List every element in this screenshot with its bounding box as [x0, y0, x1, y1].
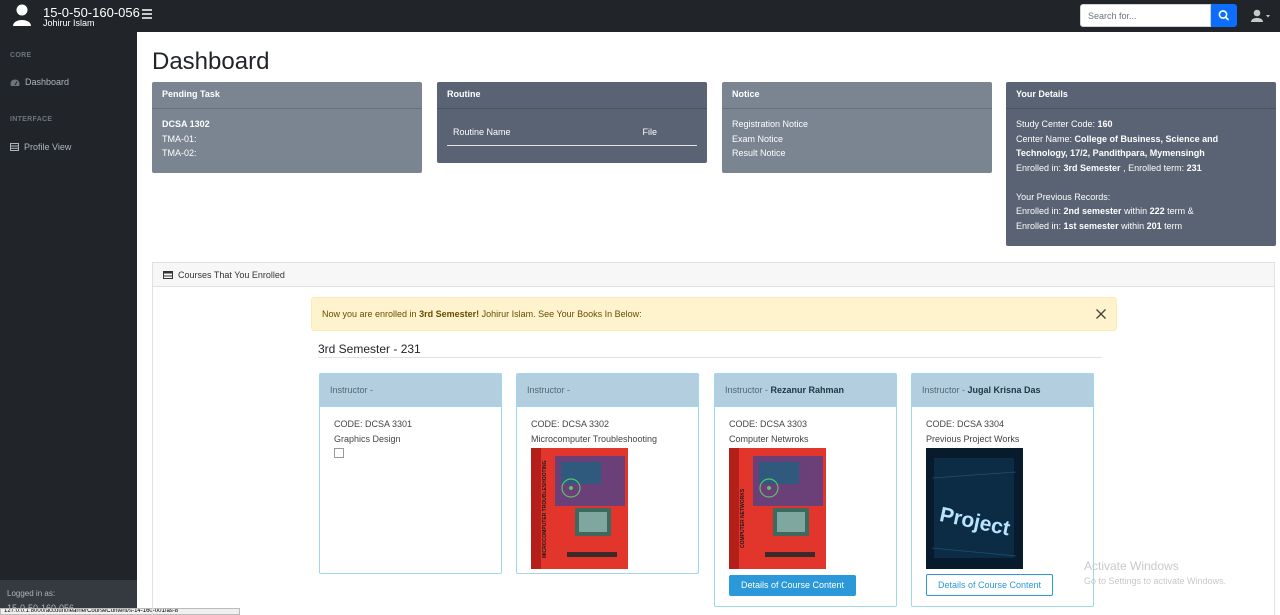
details-of-course-content-button[interactable]: Details of Course Content — [926, 574, 1053, 596]
sidebar-heading-core: CORE — [10, 52, 32, 59]
course-code: CODE: DCSA 3302 — [531, 419, 610, 429]
sidebar-item-dashboard[interactable]: Dashboard — [10, 77, 69, 87]
user-dropdown-icon[interactable] — [1250, 8, 1272, 24]
top-navbar: 15-0-50-160-056 Johirur Islam — [0, 0, 1280, 32]
your-details-card: Your Details Study Center Code: 160 Cent… — [1006, 82, 1276, 246]
page-title: Dashboard — [152, 48, 270, 75]
pending-tma-1: TMA-01: — [162, 133, 197, 144]
pending-tma-2: TMA-02: — [162, 148, 197, 158]
enrolled-courses-header: Courses That You Enrolled — [153, 263, 1274, 287]
search-input[interactable] — [1080, 4, 1211, 27]
routine-col-name: Routine Name — [453, 127, 511, 137]
student-name: Johirur Islam — [43, 18, 95, 28]
routine-col-file: File — [642, 127, 657, 137]
book-cover-image: COMPUTER NETWORKS — [729, 448, 826, 569]
table-icon — [163, 270, 173, 279]
routine-card: Routine Routine Name File — [437, 82, 707, 163]
course-code: CODE: DCSA 3304 — [926, 419, 1005, 429]
search-button[interactable] — [1211, 4, 1237, 27]
divider — [318, 357, 1102, 358]
notice-item[interactable]: Registration Notice — [732, 117, 982, 132]
sidebar: CORE Dashboard INTERFACE Profile View Lo… — [0, 32, 137, 615]
notice-item[interactable]: Result Notice — [732, 146, 982, 161]
enrolled-line: Enrolled in: 3rd Semester , Enrolled ter… — [1016, 162, 1202, 173]
center-code-line: Study Center Code: 160 — [1016, 119, 1113, 129]
broken-image-icon — [334, 448, 344, 458]
user-avatar-icon — [13, 4, 31, 26]
pending-task-card: Pending Task DCSA 1302 TMA-01: TMA-02: — [152, 82, 422, 173]
course-card: Instructor - CODE: DCSA 3302 Microcomput… — [516, 373, 699, 574]
book-cover-image: MICROCOMPUTER TROUBLESHOOTING — [531, 448, 628, 569]
routine-table-header: Routine Name File — [447, 121, 697, 146]
course-title: Microcomputer Troubleshooting — [531, 433, 658, 444]
logged-in-label: Logged in as: — [7, 589, 56, 598]
sidebar-item-label: Profile View — [24, 142, 72, 152]
windows-activation-title: Activate Windows — [1084, 559, 1179, 573]
course-title: Computer Netwroks — [729, 433, 809, 444]
sidebar-item-profile-view[interactable]: Profile View — [10, 142, 71, 152]
previous-records-heading: Your Previous Records: — [1016, 191, 1111, 202]
course-title: Graphics Design — [334, 433, 401, 444]
course-title: Previous Project Works — [926, 433, 1020, 444]
book-spine-text: COMPUTER NETWORKS — [740, 488, 746, 548]
center-name-line: Center Name: College of Business, Scienc… — [1016, 133, 1219, 159]
card-title: Pending Task — [152, 82, 422, 109]
windows-activation-subtitle: Go to Settings to activate Windows. — [1084, 576, 1227, 586]
card-title: Notice — [722, 82, 992, 109]
course-instructor: Instructor - Rezanur Rahman — [715, 374, 896, 407]
pending-course: DCSA 1302 — [162, 119, 210, 129]
enrollment-alert: Now you are enrolled in 3rd Semester! Jo… — [311, 297, 1117, 331]
book-cover-image: Project — [926, 448, 1023, 569]
course-code: CODE: DCSA 3301 — [334, 419, 413, 429]
close-icon[interactable] — [1095, 308, 1107, 320]
course-card: Instructor - Rezanur Rahman CODE: DCSA 3… — [714, 373, 897, 607]
course-instructor: Instructor - — [320, 374, 501, 407]
enrolled-courses-title: Courses That You Enrolled — [178, 269, 285, 280]
sidebar-heading-interface: INTERFACE — [10, 116, 53, 123]
card-title: Your Details — [1006, 82, 1276, 109]
notice-item[interactable]: Exam Notice — [732, 132, 982, 147]
course-code: CODE: DCSA 3303 — [729, 419, 808, 429]
card-title: Routine — [437, 82, 707, 109]
table-icon — [10, 143, 19, 151]
sidebar-item-label: Dashboard — [25, 77, 70, 87]
notice-card: Notice Registration Notice Exam Notice R… — [722, 82, 992, 173]
semester-title: 3rd Semester - 231 — [318, 342, 421, 356]
course-card: Instructor - CODE: DCSA 3301 Graphics De… — [319, 373, 502, 574]
course-instructor: Instructor - Jugal Krisna Das — [912, 374, 1093, 407]
tachometer-icon — [10, 78, 20, 86]
course-card: Instructor - Jugal Krisna Das CODE: DCSA… — [911, 373, 1094, 607]
previous-record: Enrolled in: 2nd semester within 222 ter… — [1016, 206, 1194, 216]
hamburger-icon[interactable] — [142, 9, 152, 19]
book-spine-text: MICROCOMPUTER TROUBLESHOOTING — [542, 460, 548, 558]
details-of-course-content-button[interactable]: Details of Course Content — [729, 575, 856, 596]
search-icon — [1218, 10, 1229, 21]
course-instructor: Instructor - — [517, 374, 698, 407]
previous-record: Enrolled in: 1st semester within 201 ter… — [1016, 220, 1183, 231]
